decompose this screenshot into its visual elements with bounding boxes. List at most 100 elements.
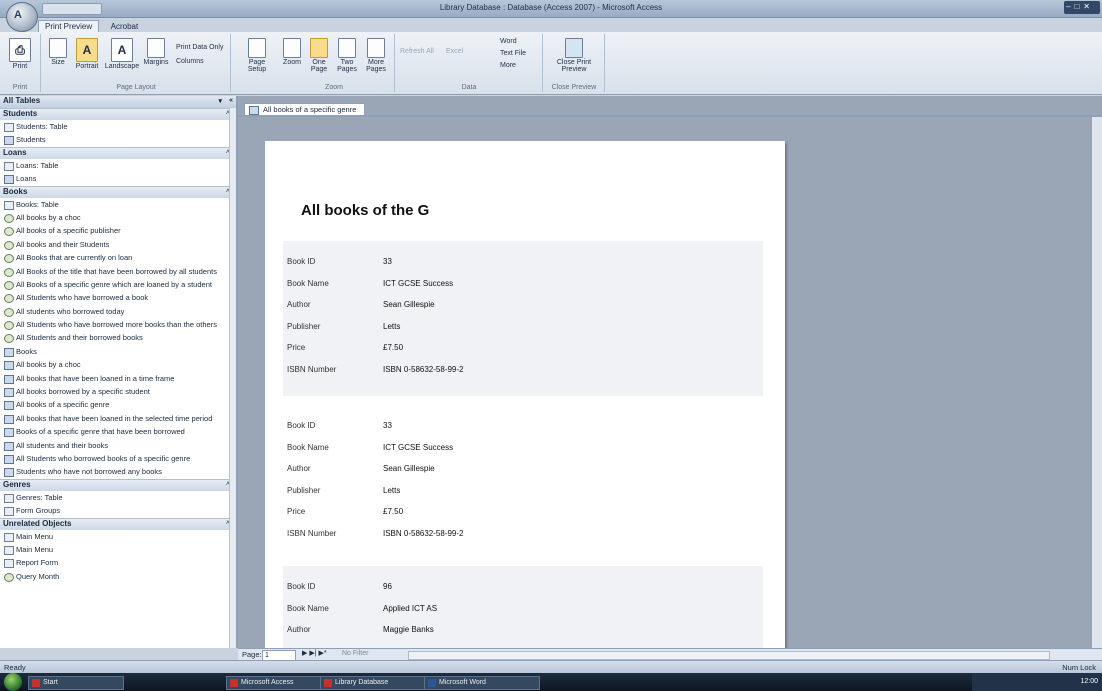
landscape-button[interactable]: A Landscape	[104, 38, 140, 70]
nav-item[interactable]: Genres: Table	[0, 491, 236, 504]
horizontal-scrollbar[interactable]	[408, 651, 1050, 660]
nav-group-header[interactable]: Students ˄	[0, 108, 236, 120]
nav-item[interactable]: Form Groups	[0, 504, 236, 517]
document-scrollbar[interactable]	[1092, 117, 1102, 648]
nav-item[interactable]: All books that have been loaned in a tim…	[0, 372, 236, 385]
nav-scrollbar[interactable]	[229, 108, 236, 648]
nav-item-label: All books borrowed by a specific student	[16, 387, 150, 397]
nav-group-header[interactable]: Books ˄	[0, 185, 236, 198]
nav-item-label: All Books of a specific genre which are …	[16, 279, 212, 289]
close-print-preview-button[interactable]: Close Print Preview	[554, 38, 594, 73]
tab-print-preview[interactable]: Print Preview	[38, 20, 100, 32]
nav-item[interactable]: Students: Table	[0, 120, 236, 133]
field-value: Maggie Banks	[383, 625, 434, 634]
nav-item[interactable]: All books of a specific publisher	[0, 224, 236, 237]
nav-item[interactable]: All Books of a specific genre which are …	[0, 278, 236, 291]
page-nav-arrows[interactable]: ▶ ▶| ▶*	[302, 649, 327, 657]
shutter-bar-close-icon[interactable]: «	[229, 97, 233, 104]
nav-item[interactable]: Report Form	[0, 556, 236, 569]
nav-item-label: All students and their books	[16, 440, 109, 450]
zoom-button[interactable]: Zoom	[280, 38, 304, 66]
text-file-button[interactable]: Text File	[500, 50, 526, 57]
nav-item[interactable]: All books by a choc	[0, 358, 236, 371]
maximize-icon[interactable]: □	[1072, 2, 1081, 11]
nav-item[interactable]: Books: Table	[0, 198, 236, 211]
start-button[interactable]	[4, 673, 22, 691]
close-icon[interactable]: ✕	[1081, 2, 1092, 11]
nav-item[interactable]: All books borrowed by a specific student	[0, 385, 236, 398]
nav-item[interactable]: All Students who borrowed books of a spe…	[0, 452, 236, 465]
chevron-down-icon[interactable]: ▾	[218, 97, 222, 105]
nav-group-header[interactable]: Loans ˄	[0, 146, 236, 159]
nav-item[interactable]: Students who have not borrowed any books	[0, 465, 236, 478]
field-row: ISBN Number ISBN 0-58632-58-99-2	[283, 365, 763, 383]
task-library-database[interactable]: Library Database	[320, 676, 436, 690]
zoom-group: Zoom One Page Two Pages More Pages Zoom	[274, 34, 395, 92]
nav-item[interactable]: All Books that are currently on loan	[0, 251, 236, 264]
print-button[interactable]: ⎙ Print	[6, 38, 34, 70]
field-label: Price	[287, 343, 306, 352]
page-setup-button[interactable]: Page Setup	[244, 38, 270, 73]
system-tray[interactable]: 12:00	[972, 673, 1102, 691]
nav-item[interactable]: Books	[0, 345, 236, 358]
field-value: ICT GCSE Success	[383, 442, 454, 452]
nav-item-label: All books of a specific publisher	[16, 226, 121, 236]
more-button[interactable]: More	[500, 62, 516, 69]
nav-item-label: Loans: Table	[16, 160, 59, 170]
nav-item[interactable]: Books of a specific genre that have been…	[0, 425, 236, 438]
field-label: Publisher	[287, 321, 321, 331]
document-area: All books of a specific genre All books …	[238, 96, 1102, 648]
title-bar: Library Database : Database (Access 2007…	[0, 0, 1102, 18]
portrait-button[interactable]: A Portrait	[72, 38, 102, 70]
nav-item[interactable]: All books and their Students	[0, 238, 236, 251]
nav-item-label: Genres: Table	[16, 492, 63, 502]
close-preview-icon	[565, 38, 583, 58]
task-microsoft-word[interactable]: Microsoft Word	[424, 676, 540, 690]
nav-group-header[interactable]: Genres ˄	[0, 478, 236, 491]
more-pages-button[interactable]: More Pages	[362, 38, 390, 73]
two-pages-button[interactable]: Two Pages	[334, 38, 360, 73]
nav-item[interactable]: All Students and their borrowed books	[0, 331, 236, 344]
one-page-button[interactable]: One Page	[306, 38, 332, 73]
refresh-all-button[interactable]: Refresh All	[400, 48, 434, 55]
nav-item[interactable]: All Books of the title that have been bo…	[0, 265, 236, 278]
report-icon	[4, 374, 14, 384]
print-data-only-checkbox[interactable]: Print Data Only	[176, 44, 223, 51]
columns-button[interactable]: Columns	[176, 58, 204, 65]
nav-item[interactable]: All books of a specific genre	[0, 398, 236, 411]
nav-pane-header[interactable]: All Tables ▾ «	[0, 96, 236, 108]
task-microsoft-access[interactable]: Microsoft Access	[226, 676, 332, 690]
report-icon	[4, 454, 14, 464]
field-label: Author	[287, 300, 311, 309]
field-label: Publisher	[287, 485, 321, 495]
nav-group-header[interactable]: Unrelated Objects ˄	[0, 517, 236, 530]
nav-item[interactable]: All Students who have borrowed more book…	[0, 318, 236, 331]
report-record: Book ID 33 Book Name ICT GCSE Success Author…	[283, 405, 763, 560]
nav-item[interactable]: Main Menu	[0, 530, 236, 543]
field-row: Author Maggie Banks	[283, 625, 763, 643]
magnifier-icon	[283, 38, 301, 58]
nav-item-label: All books that have been loaned in a tim…	[16, 373, 175, 383]
nav-item[interactable]: Main Menu	[0, 543, 236, 556]
nav-item[interactable]: All students who borrowed today	[0, 305, 236, 318]
nav-item[interactable]: Loans: Table	[0, 159, 236, 172]
nav-item[interactable]: Loans	[0, 172, 236, 185]
task-start[interactable]: Start	[28, 676, 124, 690]
nav-item[interactable]: Students	[0, 133, 236, 146]
filter-indicator[interactable]: No Filter	[342, 650, 368, 657]
field-label: Book ID	[287, 582, 316, 591]
nav-item[interactable]: All students and their books	[0, 439, 236, 452]
word-button[interactable]: Word	[500, 38, 517, 45]
report-icon	[4, 428, 14, 438]
report-title: All books of the G	[301, 202, 430, 219]
size-button[interactable]: Size	[46, 38, 70, 66]
nav-item[interactable]: All books by a choc	[0, 211, 236, 224]
excel-button[interactable]: Excel	[446, 48, 463, 55]
field-label: Author	[287, 625, 311, 634]
window-controls[interactable]: – □ ✕	[1064, 1, 1100, 14]
nav-item[interactable]: All Students who have borrowed a book	[0, 291, 236, 304]
office-button[interactable]: A	[6, 2, 38, 32]
nav-item[interactable]: All books that have been loaned in the s…	[0, 412, 236, 425]
margins-button[interactable]: Margins	[142, 38, 170, 66]
nav-item[interactable]: Query Month	[0, 570, 236, 583]
